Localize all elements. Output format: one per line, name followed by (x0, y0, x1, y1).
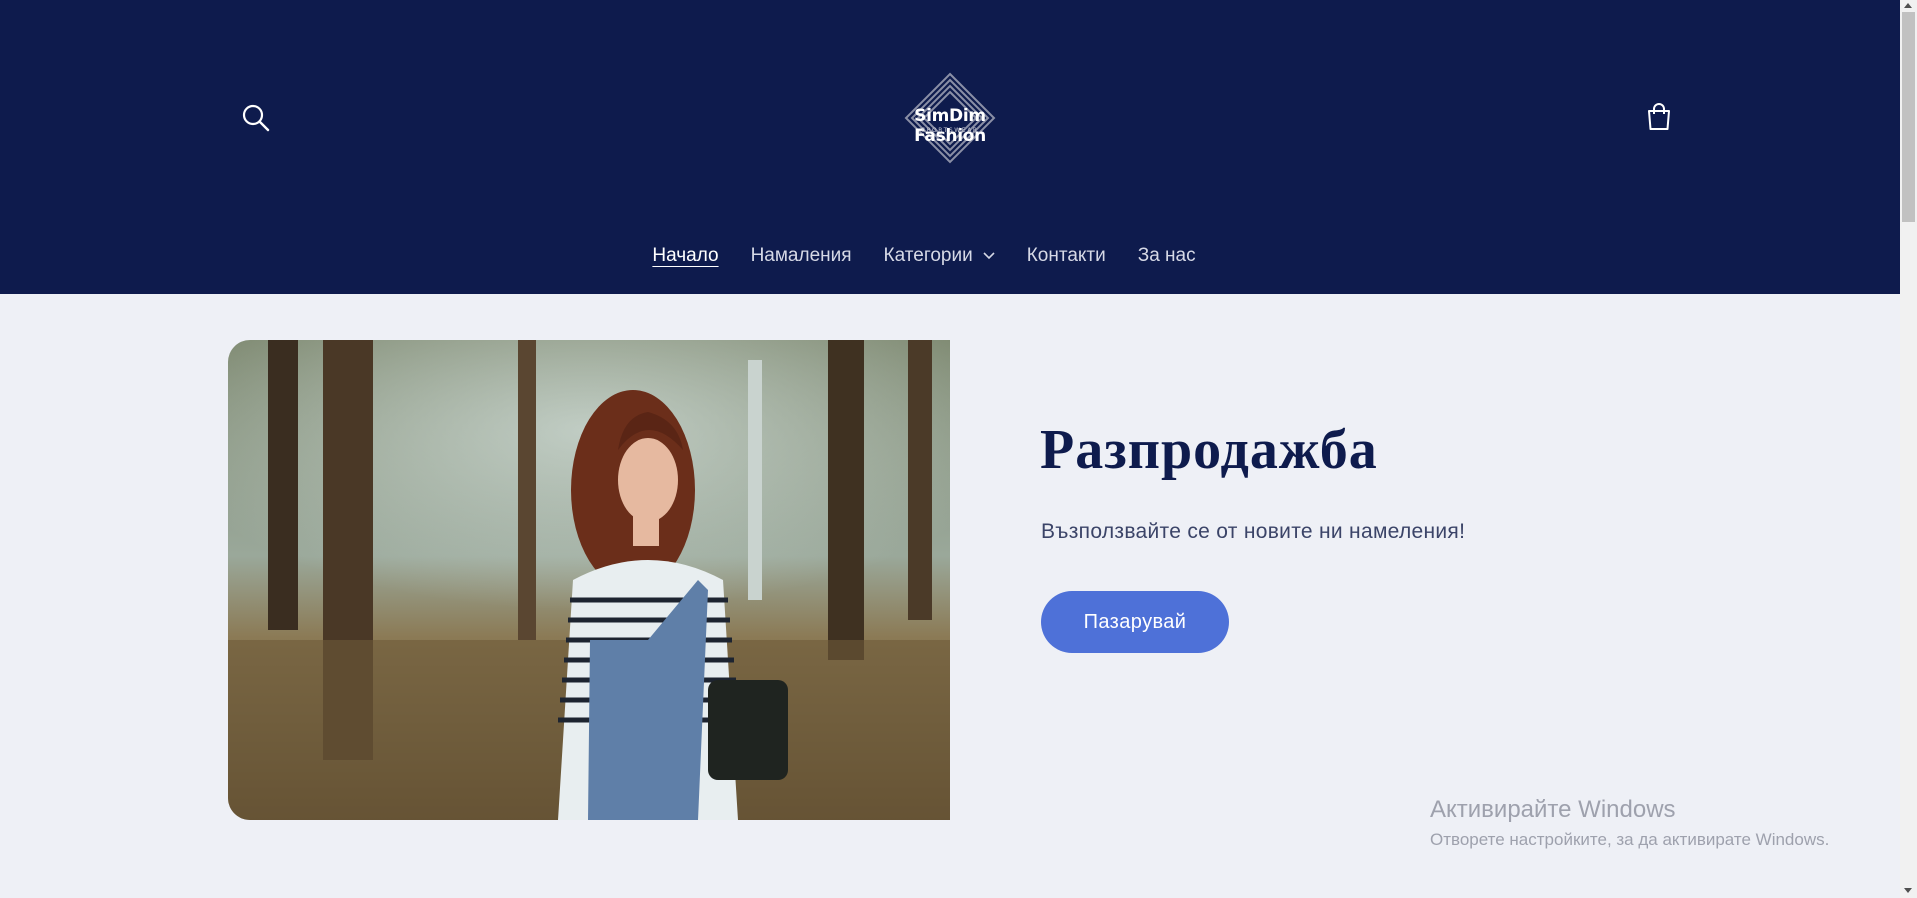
logo-name: SimDim Fashion (914, 106, 986, 146)
search-button[interactable] (240, 102, 272, 134)
site-logo[interactable]: SimDim Fashion SPORTSWEAR (880, 70, 1020, 166)
vertical-scrollbar[interactable] (1900, 0, 1917, 898)
nav-label: Начало (652, 245, 719, 266)
windows-activation-watermark: Активирайте Windows Отворете настройките… (1430, 796, 1829, 850)
nav-item-categories[interactable]: Категории (884, 245, 995, 267)
cart-button[interactable] (1642, 100, 1676, 134)
main-nav: Начало Намаления Категории Контакти За н… (0, 238, 1900, 274)
chevron-down-icon (983, 252, 995, 260)
nav-label: За нас (1137, 245, 1196, 266)
nav-label: Категории (883, 245, 973, 266)
nav-item-contacts[interactable]: Контакти (1027, 245, 1106, 267)
site-header: SimDim Fashion SPORTSWEAR Начало Намален… (0, 0, 1900, 294)
nav-item-sales[interactable]: Намаления (751, 245, 852, 267)
scroll-down-icon[interactable] (1904, 888, 1912, 893)
watermark-title: Активирайте Windows (1430, 796, 1676, 823)
shop-button[interactable]: Пазарувай (1041, 591, 1229, 653)
hero-subtitle: Възползвайте се от новите ни намеления! (1041, 520, 1466, 543)
search-icon (242, 104, 270, 132)
nav-label: Контакти (1026, 245, 1106, 266)
hero-image (228, 340, 950, 820)
hero-title: Разпродажба (1040, 419, 1378, 481)
nav-label: Намаления (750, 245, 852, 266)
nav-item-about[interactable]: За нас (1138, 245, 1196, 267)
logo-tagline: SPORTSWEAR (921, 127, 979, 134)
scroll-up-icon[interactable] (1904, 3, 1912, 8)
cart-icon (1648, 103, 1670, 130)
nav-item-home[interactable]: Начало (652, 245, 718, 267)
watermark-subtitle: Отворете настройките, за да активирате W… (1430, 830, 1830, 849)
scroll-thumb[interactable] (1902, 12, 1915, 222)
